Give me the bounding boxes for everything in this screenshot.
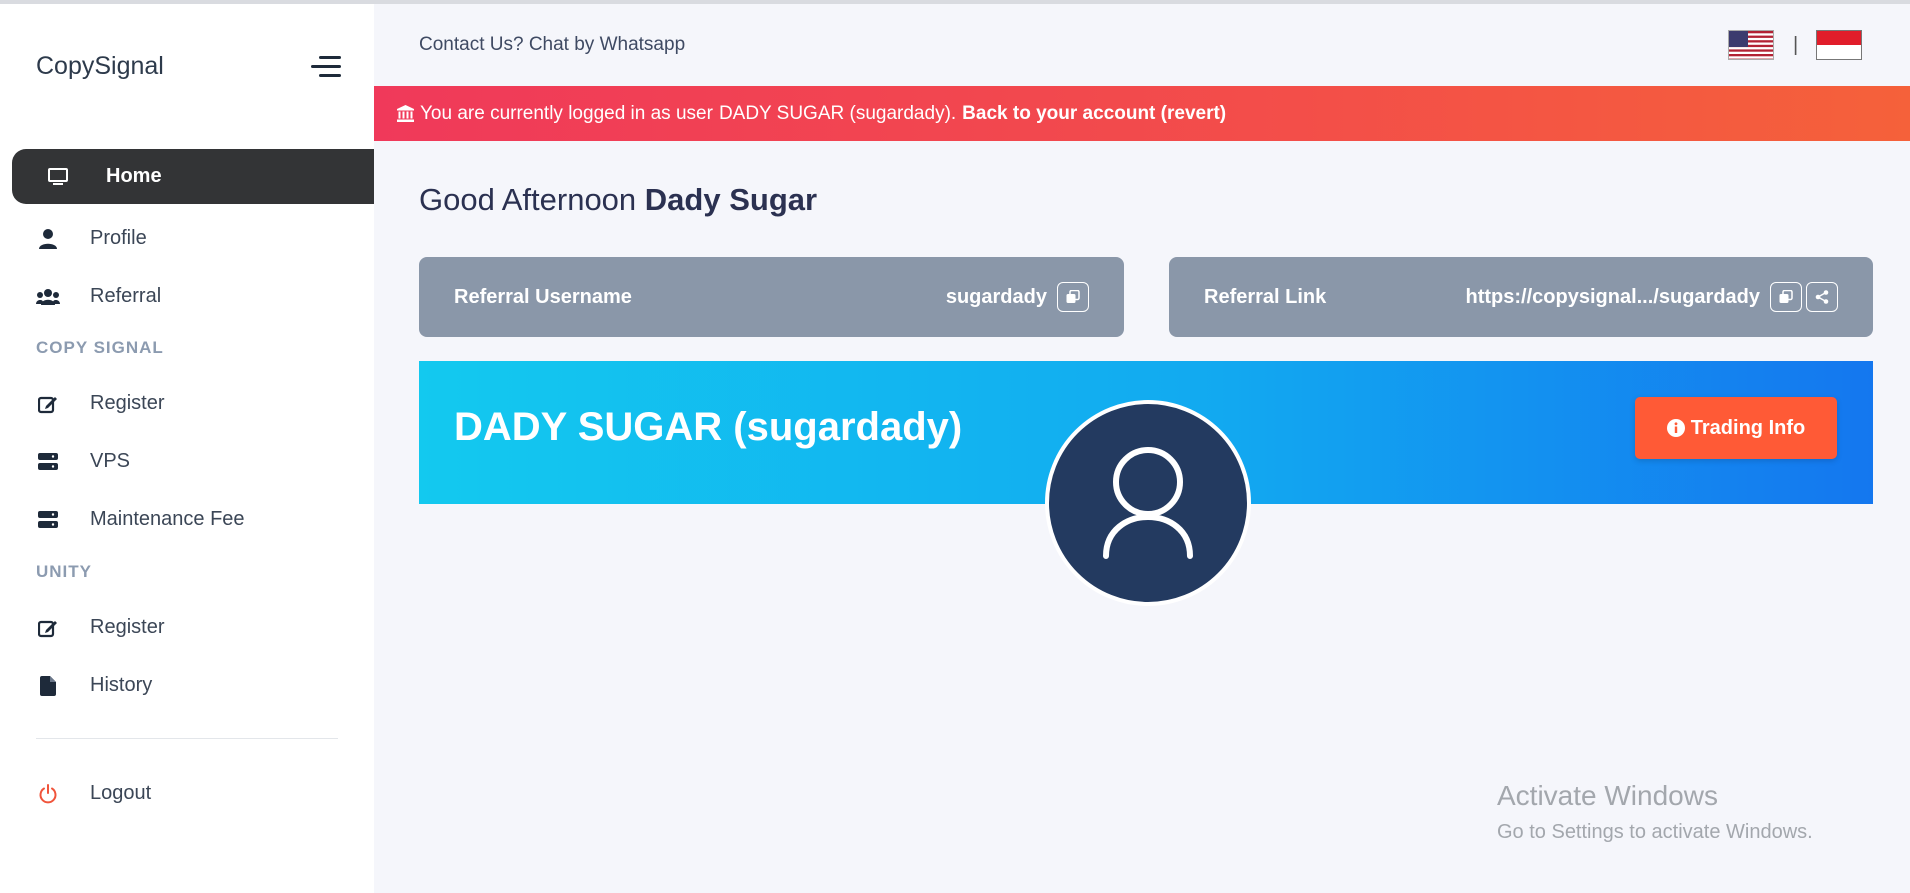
impersonation-text: You are currently logged in as user (420, 102, 713, 124)
sidebar-item-history[interactable]: History (12, 658, 374, 713)
sidebar-item-label: Register (90, 616, 165, 638)
referral-link-card: Referral Link https://copysignal.../suga… (1169, 257, 1873, 337)
windows-activation-subtitle: Go to Settings to activate Windows. (1497, 821, 1813, 843)
sidebar-item-label: Profile (90, 227, 147, 249)
sidebar-item-referral[interactable]: Referral (12, 269, 374, 324)
section-label-unity: UNITY (36, 562, 92, 581)
sidebar-item-label: Referral (90, 285, 162, 307)
referral-link-value[interactable]: https://copysignal.../sugardady (1466, 286, 1761, 309)
users-icon (36, 285, 60, 309)
id-flag-icon[interactable] (1816, 30, 1862, 60)
windows-activation-title: Activate Windows (1497, 780, 1718, 811)
sidebar-item-label: Home (106, 165, 162, 187)
share-icon[interactable] (1806, 282, 1838, 312)
sidebar-item-label: Register (90, 392, 165, 414)
referral-username-value: sugardady (945, 285, 1047, 308)
sidebar-divider (36, 738, 338, 739)
top-border (0, 0, 1910, 4)
main-content: Contact Us? Chat by Whatsapp | You are c… (374, 4, 1910, 893)
us-flag-icon[interactable] (1728, 30, 1774, 60)
sidebar-item-home[interactable]: Home (12, 149, 374, 204)
sidebar-item-profile[interactable]: Profile (12, 211, 374, 266)
power-icon (36, 782, 60, 806)
brand-logo[interactable]: CopySignal (36, 52, 164, 81)
copy-icon[interactable] (1057, 282, 1089, 312)
sidebar-item-label: VPS (90, 450, 131, 472)
sidebar-item-label: History (90, 674, 153, 696)
avatar (1045, 400, 1251, 606)
sidebar-item-unity-register[interactable]: Register (12, 600, 374, 655)
user-avatar-icon (1103, 447, 1193, 559)
sidebar-item-logout[interactable]: Logout (12, 766, 374, 821)
profile-name: DADY SUGAR (sugardady) (454, 405, 963, 449)
monitor-icon (46, 165, 70, 189)
info-icon (1666, 419, 1685, 437)
bank-icon (397, 105, 414, 122)
file-icon (36, 674, 60, 698)
revert-account-link[interactable]: Back to your account (revert) (962, 103, 1226, 125)
sidebar-item-label: Maintenance Fee (90, 508, 245, 530)
sidebar: CopySignal Home Profile Referral COPY SI… (0, 4, 374, 893)
user-icon (36, 227, 60, 251)
greeting-name: Dady Sugar (644, 182, 818, 217)
server-icon (36, 450, 60, 474)
sidebar-item-label: Logout (90, 782, 152, 804)
impersonated-user: DADY SUGAR (sugardady). (718, 102, 957, 124)
contact-whatsapp-link[interactable]: Contact Us? Chat by Whatsapp (419, 34, 685, 56)
menu-toggle-icon[interactable] (309, 56, 341, 78)
section-label-copy-signal: COPY SIGNAL (36, 338, 164, 357)
sidebar-item-vps[interactable]: VPS (12, 434, 374, 489)
language-separator: | (1793, 34, 1799, 56)
trading-info-label: Trading Info (1690, 416, 1806, 439)
referral-link-label: Referral Link (1204, 285, 1327, 308)
sidebar-item-register[interactable]: Register (12, 376, 374, 431)
edit-icon (36, 392, 60, 416)
referral-username-label: Referral Username (454, 285, 632, 308)
page-greeting: Good Afternoon Dady Sugar (419, 182, 817, 218)
trading-info-button[interactable]: Trading Info (1635, 397, 1837, 459)
server-icon (36, 508, 60, 532)
sidebar-item-maintenance-fee[interactable]: Maintenance Fee (12, 492, 374, 547)
copy-icon[interactable] (1770, 282, 1802, 312)
edit-icon (36, 616, 60, 640)
greeting-prefix: Good Afternoon (419, 182, 637, 217)
impersonation-alert: You are currently logged in as user DADY… (374, 86, 1910, 141)
referral-username-card: Referral Username sugardady (419, 257, 1124, 337)
